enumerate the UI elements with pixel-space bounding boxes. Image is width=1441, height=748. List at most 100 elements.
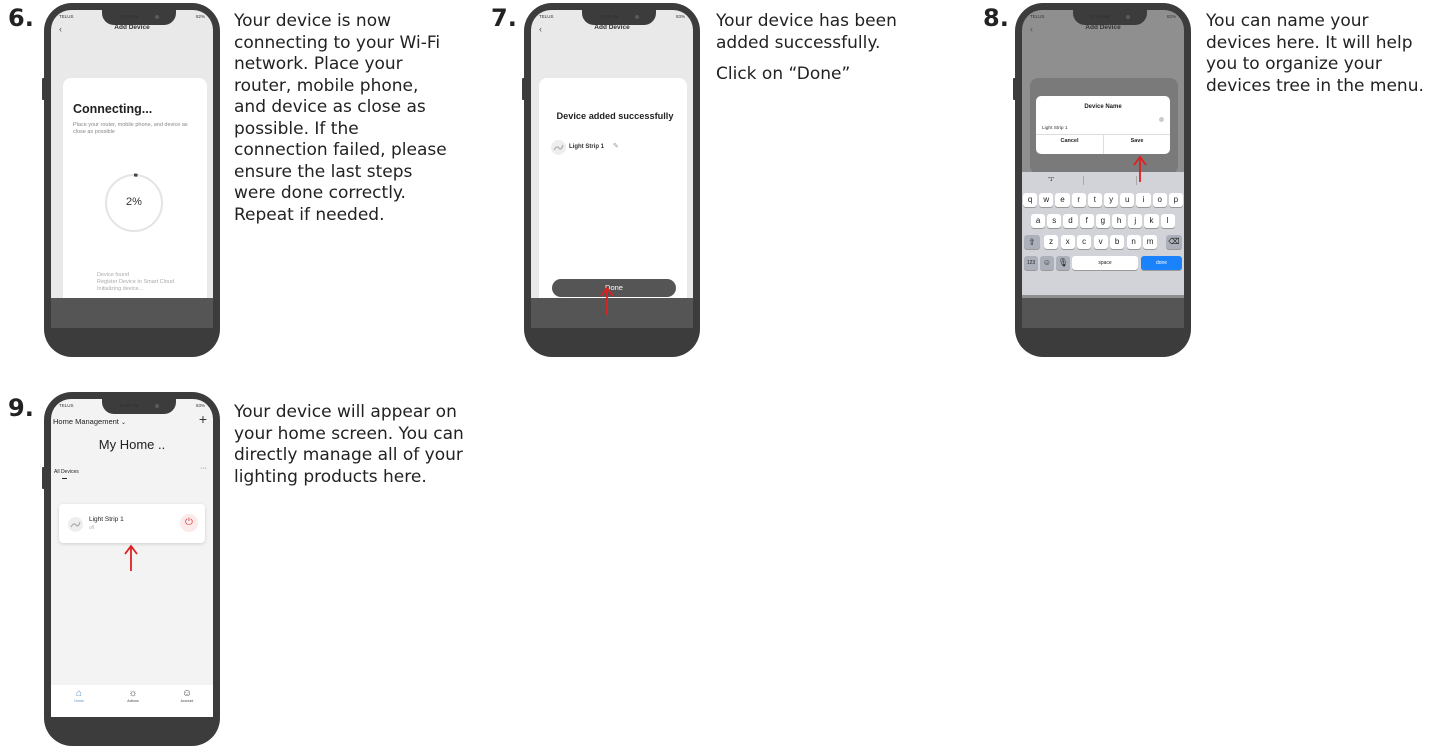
- suggestion-bar: "1": [1022, 175, 1184, 186]
- screen-bottom: [51, 298, 213, 328]
- add-icon[interactable]: +: [199, 411, 207, 427]
- key-v[interactable]: v: [1093, 235, 1108, 249]
- key-u[interactable]: u: [1120, 193, 1135, 207]
- carrier-label: TELUS: [539, 14, 554, 19]
- key-y[interactable]: y: [1104, 193, 1119, 207]
- clock-label: 11:52 AM: [119, 403, 139, 408]
- phone-side-button: [42, 78, 45, 100]
- home-management-menu[interactable]: Home Management ⌄: [53, 417, 126, 426]
- key-g[interactable]: g: [1095, 214, 1110, 228]
- account-icon: ☺: [181, 688, 193, 699]
- nav-bar: ‹ Add Device: [1022, 24, 1184, 38]
- key-j[interactable]: j: [1128, 214, 1143, 228]
- key-p[interactable]: p: [1168, 193, 1183, 207]
- more-icon[interactable]: ···: [200, 465, 207, 472]
- carrier-label: TELUS: [1030, 14, 1045, 19]
- step-description: Your device is now connecting to your Wi…: [234, 11, 447, 225]
- key-c[interactable]: c: [1077, 235, 1092, 249]
- device-card[interactable]: Light Strip 1 off ⏻: [59, 504, 205, 543]
- key-h[interactable]: h: [1112, 214, 1127, 228]
- phone-side-button: [42, 467, 45, 489]
- mic-key-icon[interactable]: 🎙: [1056, 256, 1070, 270]
- nav-bar: ‹ Add Device: [531, 24, 693, 38]
- suggestion-item[interactable]: "1": [1048, 177, 1054, 183]
- key-z[interactable]: z: [1044, 235, 1059, 249]
- status-bar: TELUS 11:38 AM 83%: [531, 14, 693, 22]
- key-a[interactable]: a: [1031, 214, 1046, 228]
- description-line: Click on “Done”: [716, 64, 851, 84]
- key-k[interactable]: k: [1144, 214, 1159, 228]
- status-bar: TELUS 11:37 AM 82%: [51, 14, 213, 22]
- done-key[interactable]: done: [1141, 256, 1182, 270]
- clock-label: 11:40 AM: [1090, 14, 1110, 19]
- back-chevron-icon[interactable]: ‹: [59, 24, 62, 34]
- step-number: 9.: [8, 394, 34, 422]
- key-s[interactable]: s: [1047, 214, 1062, 228]
- emoji-key-icon[interactable]: ☺: [1040, 256, 1054, 270]
- shift-key-icon[interactable]: ⇧: [1024, 235, 1040, 249]
- backspace-key-icon[interactable]: ⌫: [1166, 235, 1182, 249]
- tab-label: Actions: [127, 699, 139, 703]
- tab-home[interactable]: ⌂ Home: [67, 688, 91, 703]
- battery-label: 82%: [195, 14, 205, 19]
- tab-label: Account: [180, 699, 194, 703]
- tab-bar: ⌂ Home ☼ Actions ☺ Account: [51, 685, 213, 717]
- clear-icon[interactable]: [1159, 117, 1164, 122]
- save-button[interactable]: Save: [1104, 138, 1170, 144]
- key-w[interactable]: w: [1039, 193, 1054, 207]
- key-i[interactable]: i: [1136, 193, 1151, 207]
- numbers-key[interactable]: 123: [1024, 256, 1038, 270]
- success-card: Device added successfully Light Strip 1 …: [539, 78, 687, 318]
- space-key[interactable]: space: [1072, 256, 1138, 270]
- key-b[interactable]: b: [1110, 235, 1125, 249]
- edit-pencil-icon[interactable]: ✎: [613, 142, 619, 150]
- tab-actions[interactable]: ☼ Actions: [121, 688, 145, 703]
- nav-title: Add Device: [1085, 24, 1121, 31]
- up-arrow-icon: [1133, 155, 1147, 182]
- phone-mockup-naming: TELUS 11:40 AM 82% ‹ Add Device Device N…: [1015, 3, 1191, 357]
- nav-title: Add Device: [594, 24, 630, 31]
- phone-screen: TELUS 11:40 AM 82% ‹ Add Device Device N…: [1022, 10, 1184, 328]
- tab-account[interactable]: ☺ Account: [175, 688, 199, 703]
- key-t[interactable]: t: [1087, 193, 1102, 207]
- back-chevron-icon[interactable]: ‹: [1030, 24, 1033, 34]
- key-d[interactable]: d: [1063, 214, 1078, 228]
- back-chevron-icon[interactable]: ‹: [539, 24, 542, 34]
- key-o[interactable]: o: [1152, 193, 1167, 207]
- step-description: You can name your devices here. It will …: [1206, 11, 1424, 96]
- key-e[interactable]: e: [1055, 193, 1070, 207]
- chevron-down-icon: ⌄: [120, 420, 126, 426]
- device-name: Light Strip 1: [569, 144, 604, 150]
- phone-mockup-added: TELUS 11:38 AM 83% ‹ Add Device Device a…: [524, 3, 700, 357]
- power-icon[interactable]: ⏻: [180, 514, 198, 532]
- log-line: Register Device to Smart Cloud: [97, 279, 175, 285]
- battery-label: 83%: [675, 14, 685, 19]
- key-x[interactable]: x: [1060, 235, 1075, 249]
- step-description: Your device will appear on your home scr…: [234, 402, 464, 487]
- key-n[interactable]: n: [1126, 235, 1141, 249]
- cancel-button[interactable]: Cancel: [1036, 138, 1103, 144]
- phone-mockup-home: TELUS 11:52 AM 83% Home Management ⌄ + M…: [44, 392, 220, 746]
- home-icon: ⌂: [75, 688, 83, 699]
- device-state: off: [89, 525, 94, 530]
- key-l[interactable]: l: [1160, 214, 1175, 228]
- key-f[interactable]: f: [1079, 214, 1094, 228]
- key-q[interactable]: q: [1023, 193, 1038, 207]
- tab-label: Home: [74, 699, 84, 703]
- section-label[interactable]: All Devices: [54, 469, 79, 475]
- nav-bar: ‹ Add Device: [51, 24, 213, 38]
- log-line: Device found: [97, 272, 130, 278]
- home-title: My Home ..: [98, 437, 166, 452]
- device-name-dialog: Device Name Light Strip 1 Cancel Save: [1036, 96, 1170, 154]
- name-input[interactable]: Light Strip 1: [1042, 116, 1164, 131]
- key-r[interactable]: r: [1071, 193, 1086, 207]
- screen-bottom: [1022, 298, 1184, 328]
- dialog-title: Device Name: [1084, 104, 1122, 110]
- status-bar: TELUS 11:52 AM 83%: [51, 403, 213, 411]
- phone-screen: TELUS 11:37 AM 82% ‹ Add Device Connecti…: [51, 10, 213, 328]
- key-m[interactable]: m: [1143, 235, 1158, 249]
- device-name: Light Strip 1: [89, 516, 124, 523]
- light-strip-icon: [551, 140, 566, 155]
- connection-log: Device found Register Device to Smart Cl…: [97, 272, 174, 293]
- divider: [1083, 176, 1084, 185]
